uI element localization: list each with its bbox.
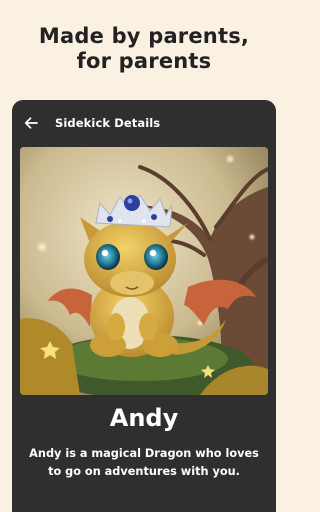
app-bar: Sidekick Details [12,100,276,146]
sidekick-name: Andy [109,404,179,432]
headline-line-2: for parents [76,49,212,73]
headline-line-1: Made by parents, [38,24,250,48]
marketing-headline: Made by parents, for parents [0,24,288,74]
back-button[interactable] [21,113,41,133]
sidekick-description: Andy is a magical Dragon who loves to go… [29,447,259,478]
sidekick-image [20,147,268,395]
arrow-left-icon [24,117,38,129]
app-screen: Sidekick Details Andy Andy is a magical … [12,100,276,512]
screen-title: Sidekick Details [55,116,161,130]
